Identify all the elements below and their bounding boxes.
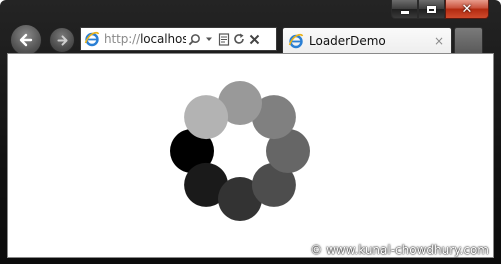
stop-icon xyxy=(249,34,259,44)
back-button[interactable] xyxy=(10,24,42,56)
minimize-button[interactable] xyxy=(391,0,418,19)
ie-icon xyxy=(288,33,304,48)
new-tab-button[interactable] xyxy=(454,27,483,53)
back-arrow-icon xyxy=(19,33,33,47)
tab-title: LoaderDemo xyxy=(309,33,386,48)
watermark: © www.kunal-chowdhury.com xyxy=(310,243,489,257)
url-protocol: http:// xyxy=(104,32,141,46)
forward-button[interactable] xyxy=(49,27,75,53)
minimize-icon xyxy=(400,10,409,14)
stop-button[interactable] xyxy=(247,30,261,48)
page-content: © www.kunal-chowdhury.com xyxy=(7,53,494,258)
tab-loaderdemo[interactable]: LoaderDemo × xyxy=(282,27,452,53)
close-icon: ✕ xyxy=(461,1,473,17)
search-icon xyxy=(188,33,200,45)
compatibility-view-button[interactable] xyxy=(217,30,231,48)
browser-window: ✕ http://localhost xyxy=(0,0,501,264)
forward-arrow-icon xyxy=(56,34,68,46)
address-dropdown-button[interactable] xyxy=(202,30,216,48)
loading-spinner xyxy=(170,81,310,221)
maximize-button[interactable] xyxy=(418,0,445,19)
ie-icon xyxy=(84,31,100,47)
tab-close-button[interactable]: × xyxy=(432,34,446,48)
url-host: localhost xyxy=(140,32,186,46)
close-window-button[interactable]: ✕ xyxy=(445,0,489,19)
compatibility-view-icon xyxy=(218,32,230,46)
url-text[interactable]: http://localhost xyxy=(104,32,186,46)
maximize-icon xyxy=(427,5,436,13)
chevron-down-icon xyxy=(206,37,212,41)
spinner-dot xyxy=(184,95,229,140)
refresh-button[interactable] xyxy=(232,30,246,48)
refresh-icon xyxy=(234,33,244,44)
address-bar[interactable]: http://localhost xyxy=(80,27,277,51)
search-button[interactable] xyxy=(187,30,201,48)
